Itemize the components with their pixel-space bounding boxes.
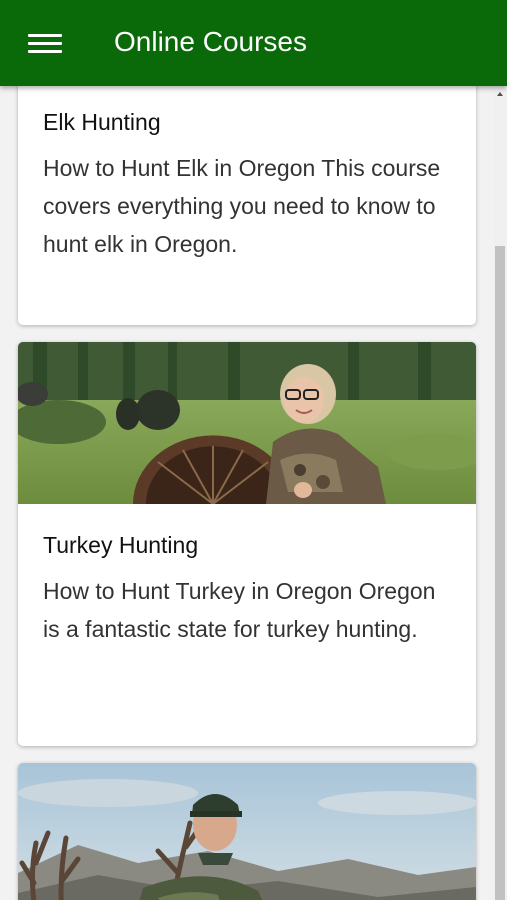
hamburger-menu-icon[interactable] (28, 30, 62, 56)
course-image (18, 763, 476, 900)
course-list[interactable]: Elk Hunting How to Hunt Elk in Oregon Th… (0, 86, 507, 900)
scrollbar-thumb[interactable] (495, 246, 505, 900)
course-card-elk[interactable]: Elk Hunting How to Hunt Elk in Oregon Th… (18, 86, 476, 325)
course-title: Turkey Hunting (43, 532, 199, 558)
scrollbar[interactable] (493, 86, 507, 900)
course-description: How to Hunt Turkey in Oregon Oregon is a… (43, 578, 436, 642)
course-description: How to Hunt Elk in Oregon This course co… (43, 155, 441, 257)
course-card-turkey[interactable]: Turkey Hunting How to Hunt Turkey in Ore… (18, 342, 476, 746)
course-title: Elk Hunting (43, 109, 161, 135)
course-card-next[interactable] (18, 763, 476, 900)
scroll-up-arrow-icon[interactable] (497, 92, 503, 96)
course-image (18, 342, 476, 504)
app-bar: Online Courses (0, 0, 507, 86)
page-title: Online Courses (114, 26, 307, 57)
